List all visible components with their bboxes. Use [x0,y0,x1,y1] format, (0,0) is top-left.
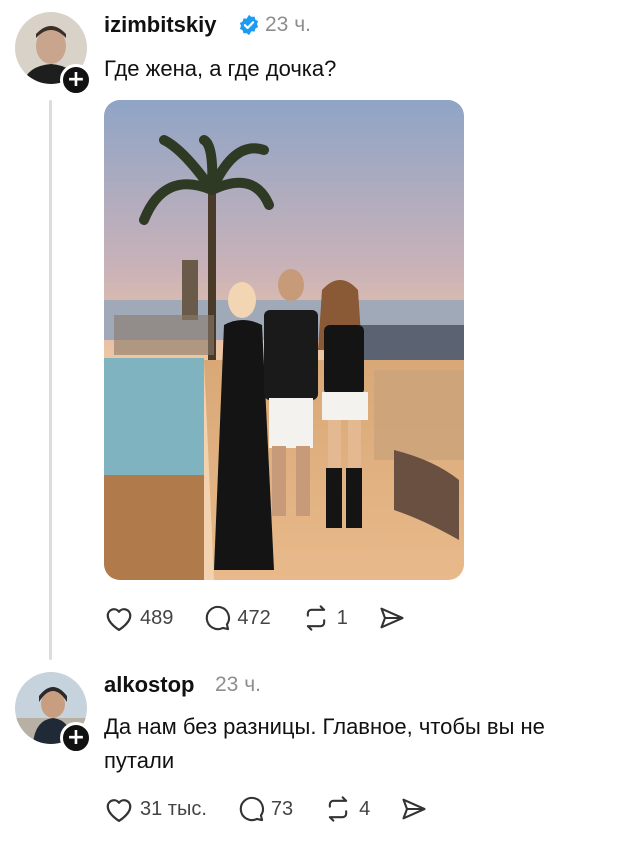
repost-count: 4 [359,797,371,820]
like-count: 489 [140,606,174,629]
repost-icon [306,605,325,631]
comment-bubble-icon [239,796,264,822]
comment-button[interactable]: 73 [237,795,293,823]
like-count: 31 тыс. [140,797,207,820]
comment-bubble-icon [206,605,231,631]
heart-icon [106,799,132,822]
post-actions: 489 472 1 [104,604,436,632]
share-button[interactable] [378,604,406,632]
follow-plus-icon[interactable]: + [60,64,92,96]
send-icon [380,607,404,629]
reply-text-line2: путали [104,748,175,773]
reply-text-line1: Да нам без разницы. Главное, чтобы вы не [104,714,545,739]
comment-button[interactable]: 472 [203,604,271,632]
share-button[interactable] [400,795,428,823]
repost-button[interactable]: 4 [323,795,370,823]
repost-count: 1 [336,606,348,629]
send-icon [402,798,426,820]
post-text: Где жена, а где дочка? [104,56,337,81]
thread-line [49,100,52,660]
heart-icon [106,608,132,631]
follow-plus-icon[interactable]: + [60,722,92,754]
post-time: 23 ч. [265,13,311,36]
repost-icon [328,796,348,822]
reply-username[interactable]: alkostop [104,672,194,698]
post-photo[interactable] [104,100,464,580]
like-button[interactable]: 31 тыс. [104,795,207,823]
repost-button[interactable]: 1 [301,604,348,632]
verified-badge-icon [238,14,260,41]
post-username[interactable]: izimbitskiy [104,12,216,38]
comment-count: 73 [270,797,294,820]
reply-time: 23 ч. [215,673,261,696]
like-button[interactable]: 489 [104,604,173,632]
reply-actions: 31 тыс. 73 4 [104,795,458,823]
comment-count: 472 [237,606,271,629]
